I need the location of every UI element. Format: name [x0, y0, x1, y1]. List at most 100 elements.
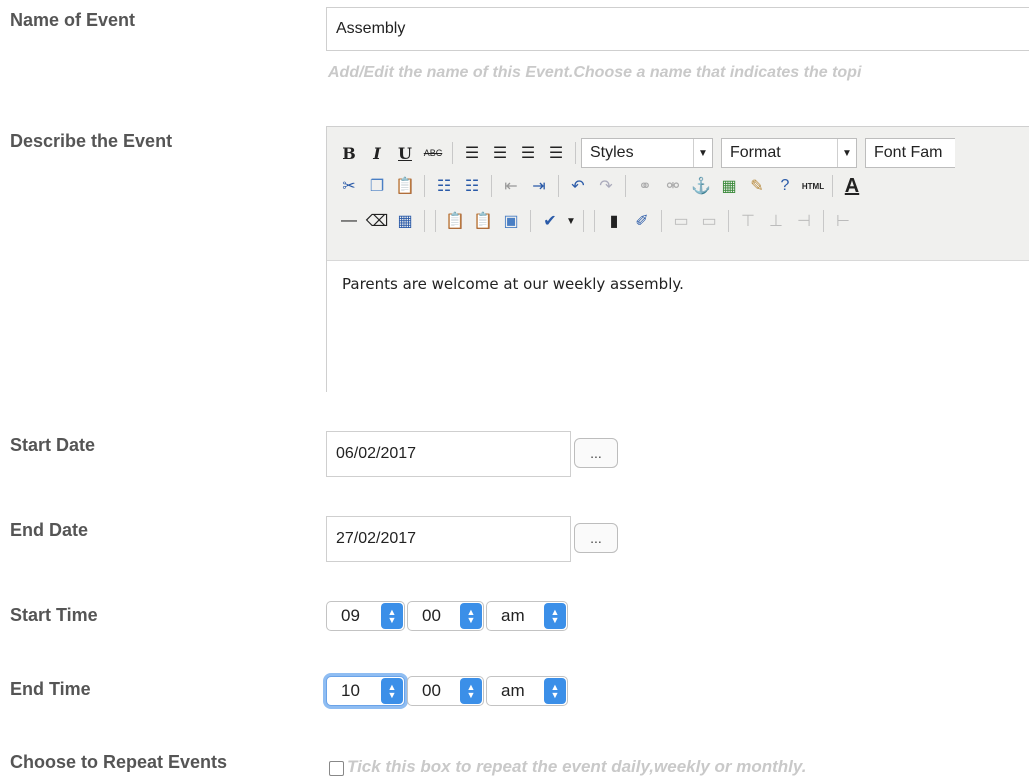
media-icon[interactable]: ▮ [600, 207, 628, 235]
end-hour-value: 10 [341, 681, 360, 700]
toolbar-row-3: — ⌫ ▦ 📋 📋 ▣ ✔ ▼ ▮ ✐ ▭ ▭ ⊤ ⊥ ⊣ ⊢ [335, 207, 857, 235]
cut-icon[interactable]: ✂ [335, 172, 363, 200]
italic-button[interactable]: I [363, 139, 391, 167]
chevron-up-down-icon: ▲ ▼ [544, 678, 566, 704]
styles-dropdown[interactable]: Styles ▼ [581, 138, 713, 168]
font-family-dropdown[interactable]: Font Fam [865, 138, 955, 168]
end-ampm-value: am [501, 681, 525, 700]
align-left-icon[interactable]: ☰ [458, 139, 486, 167]
toolbar-separator [530, 210, 531, 232]
end-ampm-select[interactable]: am ▲ ▼ [486, 676, 568, 706]
indent-icon[interactable]: ⇥ [525, 172, 553, 200]
undo-icon[interactable]: ↶ [564, 172, 592, 200]
toolbar-separator [491, 175, 492, 197]
end-date-input[interactable]: 27/02/2017 [326, 516, 571, 562]
chevron-up-down-icon: ▲ ▼ [460, 678, 482, 704]
name-of-event-label: Name of Event [10, 10, 136, 30]
paste-text-icon[interactable]: 📋 [441, 207, 469, 235]
end-minute-value: 00 [422, 681, 441, 700]
toolbar-separator [832, 175, 833, 197]
copy-icon[interactable]: ❐ [363, 172, 391, 200]
outdent-icon[interactable]: ⇤ [497, 172, 525, 200]
toolbar-row-1: B I U ABC ☰ ☰ ☰ ☰ Styles ▼ Format ▼ Font… [335, 138, 955, 168]
paste-icon[interactable]: 📋 [391, 172, 419, 200]
bold-button[interactable]: B [335, 139, 363, 167]
start-date-picker-label: ... [590, 445, 602, 461]
start-hour-select[interactable]: 09 ▲ ▼ [326, 601, 405, 631]
event-name-value: Assembly [336, 20, 406, 37]
underline-button[interactable]: U [391, 139, 419, 167]
start-date-input[interactable]: 06/02/2017 [326, 431, 571, 477]
html-source-button[interactable]: HTML [799, 172, 827, 200]
format-dropdown-label: Format [730, 144, 781, 161]
redo-icon[interactable]: ↷ [592, 172, 620, 200]
event-name-input[interactable]: Assembly [326, 7, 1029, 51]
start-date-value: 06/02/2017 [336, 445, 417, 462]
chevron-up-down-icon: ▲ ▼ [460, 603, 482, 629]
editor-content-area[interactable]: Parents are welcome at our weekly assemb… [327, 260, 1029, 392]
image-icon[interactable]: ▦ [715, 172, 743, 200]
horizontal-rule-icon[interactable]: — [335, 207, 363, 235]
toolbar-separator [625, 175, 626, 197]
toolbar-separator [435, 210, 436, 232]
spellcheck-icon[interactable]: ✔ [536, 207, 564, 235]
styles-dropdown-label: Styles [590, 144, 634, 161]
insert-col-icon[interactable]: ⊢ [829, 207, 857, 235]
end-minute-select[interactable]: 00 ▲ ▼ [407, 676, 484, 706]
start-date-picker-button[interactable]: ... [574, 438, 618, 468]
toolbar-separator [558, 175, 559, 197]
align-right-icon[interactable]: ☰ [514, 139, 542, 167]
text-color-icon[interactable]: A [838, 172, 866, 200]
font-family-dropdown-label: Font Fam [874, 144, 943, 161]
start-ampm-select[interactable]: am ▲ ▼ [486, 601, 568, 631]
unlink-icon[interactable]: ⚮ [659, 172, 687, 200]
start-date-label: Start Date [10, 435, 96, 455]
end-date-label: End Date [10, 520, 89, 540]
strikethrough-button[interactable]: ABC [419, 139, 447, 167]
help-icon[interactable]: ? [771, 172, 799, 200]
toolbar-row-2: ✂ ❐ 📋 ☷ ☷ ⇤ ⇥ ↶ ↷ ⚭ ⚮ ⚓ ▦ ✎ ? HTML A [335, 172, 866, 200]
html-source-label: HTML [801, 181, 825, 191]
start-minute-select[interactable]: 00 ▲ ▼ [407, 601, 484, 631]
cleanup-icon[interactable]: ✎ [743, 172, 771, 200]
toolbar-separator [452, 142, 453, 164]
insert-row-after-icon[interactable]: ⊥ [762, 207, 790, 235]
table-icon[interactable]: ▦ [391, 207, 419, 235]
toolbar-separator [424, 210, 425, 232]
toolbar-separator [575, 142, 576, 164]
repeat-events-hint: Tick this box to repeat the event daily,… [347, 757, 807, 776]
link-icon[interactable]: ⚭ [631, 172, 659, 200]
chevron-up-down-icon: ▲ ▼ [544, 603, 566, 629]
end-date-picker-button[interactable]: ... [574, 523, 618, 553]
edit-icon[interactable]: ✐ [628, 207, 656, 235]
end-hour-select[interactable]: 10 ▲ ▼ [326, 676, 405, 706]
select-all-icon[interactable]: ▣ [497, 207, 525, 235]
bullet-list-icon[interactable]: ☷ [430, 172, 458, 200]
cell-props-icon[interactable]: ▭ [695, 207, 723, 235]
editor-content-text: Parents are welcome at our weekly assemb… [342, 275, 684, 293]
event-name-hint: Add/Edit the name of this Event.Choose a… [328, 64, 862, 81]
row-props-icon[interactable]: ▭ [667, 207, 695, 235]
toolbar-separator [424, 175, 425, 197]
paste-word-icon[interactable]: 📋 [469, 207, 497, 235]
delete-row-icon[interactable]: ⊣ [790, 207, 818, 235]
toolbar-separator [728, 210, 729, 232]
start-ampm-value: am [501, 606, 525, 625]
toolbar-separator [661, 210, 662, 232]
align-justify-icon[interactable]: ☰ [542, 139, 570, 167]
describe-event-label: Describe the Event [10, 131, 173, 151]
numbered-list-icon[interactable]: ☷ [458, 172, 486, 200]
toolbar-separator [583, 210, 584, 232]
chevron-up-down-icon: ▲ ▼ [381, 678, 403, 704]
format-dropdown[interactable]: Format ▼ [721, 138, 857, 168]
align-center-icon[interactable]: ☰ [486, 139, 514, 167]
eraser-icon[interactable]: ⌫ [363, 207, 391, 235]
end-date-value: 27/02/2017 [336, 530, 417, 547]
insert-row-before-icon[interactable]: ⊤ [734, 207, 762, 235]
end-date-picker-label: ... [590, 530, 602, 546]
end-time-label: End Time [10, 679, 91, 699]
chevron-down-icon[interactable]: ▼ [564, 207, 578, 235]
chevron-down-icon: ▼ [837, 139, 856, 167]
repeat-events-checkbox[interactable] [329, 761, 344, 776]
anchor-icon[interactable]: ⚓ [687, 172, 715, 200]
